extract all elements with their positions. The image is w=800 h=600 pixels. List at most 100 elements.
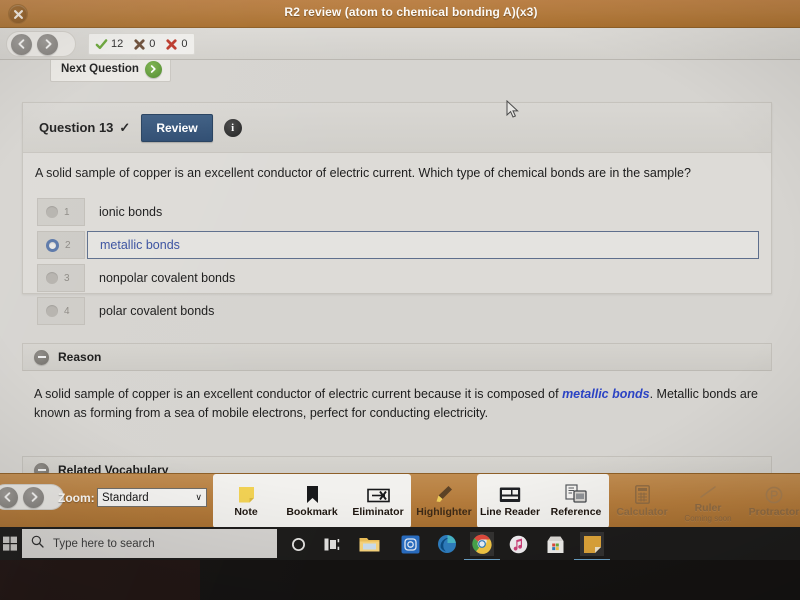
answer-options-list: 1 ionic bonds 2 metallic bonds 3 nonpola…: [37, 198, 759, 330]
reason-text-before: A solid sample of copper is an excellent…: [34, 387, 563, 401]
zoom-select[interactable]: Standard ∨: [97, 488, 207, 507]
tools-toolbar: Zoom: Standard ∨ Note Bookmark Eliminato…: [0, 473, 800, 528]
page-title: Question 13: [39, 120, 114, 135]
google-chrome-icon[interactable]: [464, 532, 500, 561]
reason-section-label: Reason: [58, 350, 102, 364]
nav-arrow-group: [6, 31, 76, 57]
sticky-notes-icon[interactable]: [574, 532, 610, 561]
ruler-icon: [698, 480, 718, 500]
arrow-left-icon[interactable]: [11, 33, 32, 55]
score-skipped: 0: [165, 38, 188, 51]
tool-reference[interactable]: Reference: [543, 474, 609, 528]
line-reader-icon: [499, 484, 521, 504]
question-navigation-bar: 12 0 0: [0, 28, 800, 60]
answer-option-marker[interactable]: 4: [37, 297, 85, 325]
answer-option-label[interactable]: nonpolar covalent bonds: [85, 264, 759, 292]
question-header: Question 13 ✓ Review i: [23, 103, 771, 153]
question-stem: A solid sample of copper is an excellent…: [35, 166, 691, 180]
review-button[interactable]: Review: [141, 113, 213, 142]
radio-selected-icon[interactable]: [46, 238, 59, 252]
green-arrow-right-icon: [144, 60, 162, 78]
reference-icon: [565, 484, 587, 504]
reason-text: A solid sample of copper is an excellent…: [22, 385, 772, 423]
cortana-icon[interactable]: [286, 532, 310, 556]
tool-calculator-label: Calculator: [616, 506, 668, 518]
tool-line-reader-label: Line Reader: [479, 506, 541, 518]
tool-protractor-label: Protractor: [748, 506, 800, 518]
reason-keyword: metallic bonds: [562, 387, 650, 401]
score-correct: 12: [95, 38, 123, 51]
related-vocabulary-section-header[interactable]: Related Vocabulary: [22, 456, 772, 473]
radio-icon[interactable]: [46, 272, 58, 284]
desktop-lower-area: [0, 560, 800, 600]
tool-highlighter-label: Highlighter: [416, 506, 472, 518]
tool-bookmark[interactable]: Bookmark: [279, 474, 345, 528]
task-view-icon[interactable]: [321, 532, 345, 556]
answer-option-index: 2: [65, 239, 71, 251]
reason-section-header[interactable]: Reason: [22, 343, 772, 371]
collapse-minus-icon[interactable]: [34, 349, 49, 365]
tool-eliminator[interactable]: Eliminator: [345, 474, 411, 528]
eliminator-icon: [366, 484, 390, 504]
tool-line-reader[interactable]: Line Reader: [477, 474, 543, 528]
green-check-icon: [95, 38, 108, 51]
zoom-label: Zoom:: [58, 491, 95, 505]
arrow-left-icon[interactable]: [0, 486, 18, 508]
answer-option-index: 4: [64, 305, 70, 317]
answer-option-label[interactable]: metallic bonds: [87, 231, 759, 259]
tool-eliminator-label: Eliminator: [352, 506, 404, 518]
arrow-right-icon[interactable]: [37, 33, 58, 55]
answer-option-label[interactable]: polar covalent bonds: [85, 297, 759, 325]
answer-option-4[interactable]: 4 polar covalent bonds: [37, 297, 759, 325]
test-application-window: R2 review (atom to chemical bonding A)(x…: [0, 0, 800, 528]
next-question-button[interactable]: Next Question: [50, 60, 171, 82]
tool-ruler-sublabel: Coming soon: [684, 513, 732, 523]
score-correct-value: 12: [111, 38, 124, 50]
answer-option-1[interactable]: 1 ionic bonds: [37, 198, 759, 226]
itunes-icon[interactable]: [506, 532, 530, 556]
tool-note[interactable]: Note: [213, 474, 279, 528]
windows-taskbar: Type here to search: [0, 527, 800, 561]
info-icon[interactable]: i: [223, 118, 242, 137]
radio-icon[interactable]: [46, 305, 58, 317]
radio-icon[interactable]: [46, 206, 58, 218]
toolbar-nav-arrow-group: [0, 484, 64, 510]
highlighter-icon: [434, 484, 454, 504]
microsoft-edge-icon[interactable]: [435, 532, 459, 556]
file-explorer-icon[interactable]: [357, 532, 381, 556]
tool-bookmark-label: Bookmark: [286, 506, 338, 518]
search-input[interactable]: Type here to search: [22, 529, 277, 558]
related-vocabulary-section-label: Related Vocabulary: [58, 463, 169, 473]
collapse-minus-icon[interactable]: [34, 462, 49, 473]
answer-option-marker[interactable]: 3: [37, 264, 85, 292]
next-question-label: Next Question: [61, 63, 139, 75]
windows-start-icon[interactable]: [3, 536, 18, 551]
score-incorrect: 0: [133, 38, 155, 51]
answer-option-label[interactable]: ionic bonds: [85, 198, 759, 226]
tool-calculator: Calculator: [609, 474, 675, 528]
screen-root: R2 review (atom to chemical bonding A)(x…: [0, 0, 800, 600]
score-skipped-value: 0: [181, 38, 188, 50]
instagram-icon[interactable]: [398, 532, 422, 556]
zoom-selected-value: Standard: [102, 491, 149, 504]
question-panel: Question 13 ✓ Review i A solid sample of…: [22, 102, 772, 325]
answer-option-2[interactable]: 2 metallic bonds: [37, 231, 759, 259]
answer-option-index: 1: [64, 206, 70, 218]
answer-option-marker[interactable]: 2: [37, 231, 85, 259]
question-content-area: Next Question Question 13 ✓ Review i A s…: [0, 60, 800, 473]
tool-highlighter[interactable]: Highlighter: [411, 474, 477, 528]
search-icon: [31, 535, 44, 553]
answer-option-3[interactable]: 3 nonpolar covalent bonds: [37, 264, 759, 292]
answer-option-marker[interactable]: 1: [37, 198, 85, 226]
tool-note-label: Note: [234, 506, 258, 518]
microsoft-store-icon[interactable]: [543, 532, 567, 556]
arrow-right-icon[interactable]: [23, 486, 44, 508]
bookmark-icon: [306, 484, 319, 504]
protractor-icon: [765, 484, 783, 504]
score-incorrect-value: 0: [149, 38, 156, 50]
toolbar-tool-list: Note Bookmark Eliminator Highlighter Lin…: [213, 474, 800, 528]
tool-reference-label: Reference: [550, 506, 602, 518]
search-placeholder: Type here to search: [53, 537, 155, 550]
mouse-cursor: [506, 99, 519, 124]
red-x-icon: [165, 38, 178, 51]
